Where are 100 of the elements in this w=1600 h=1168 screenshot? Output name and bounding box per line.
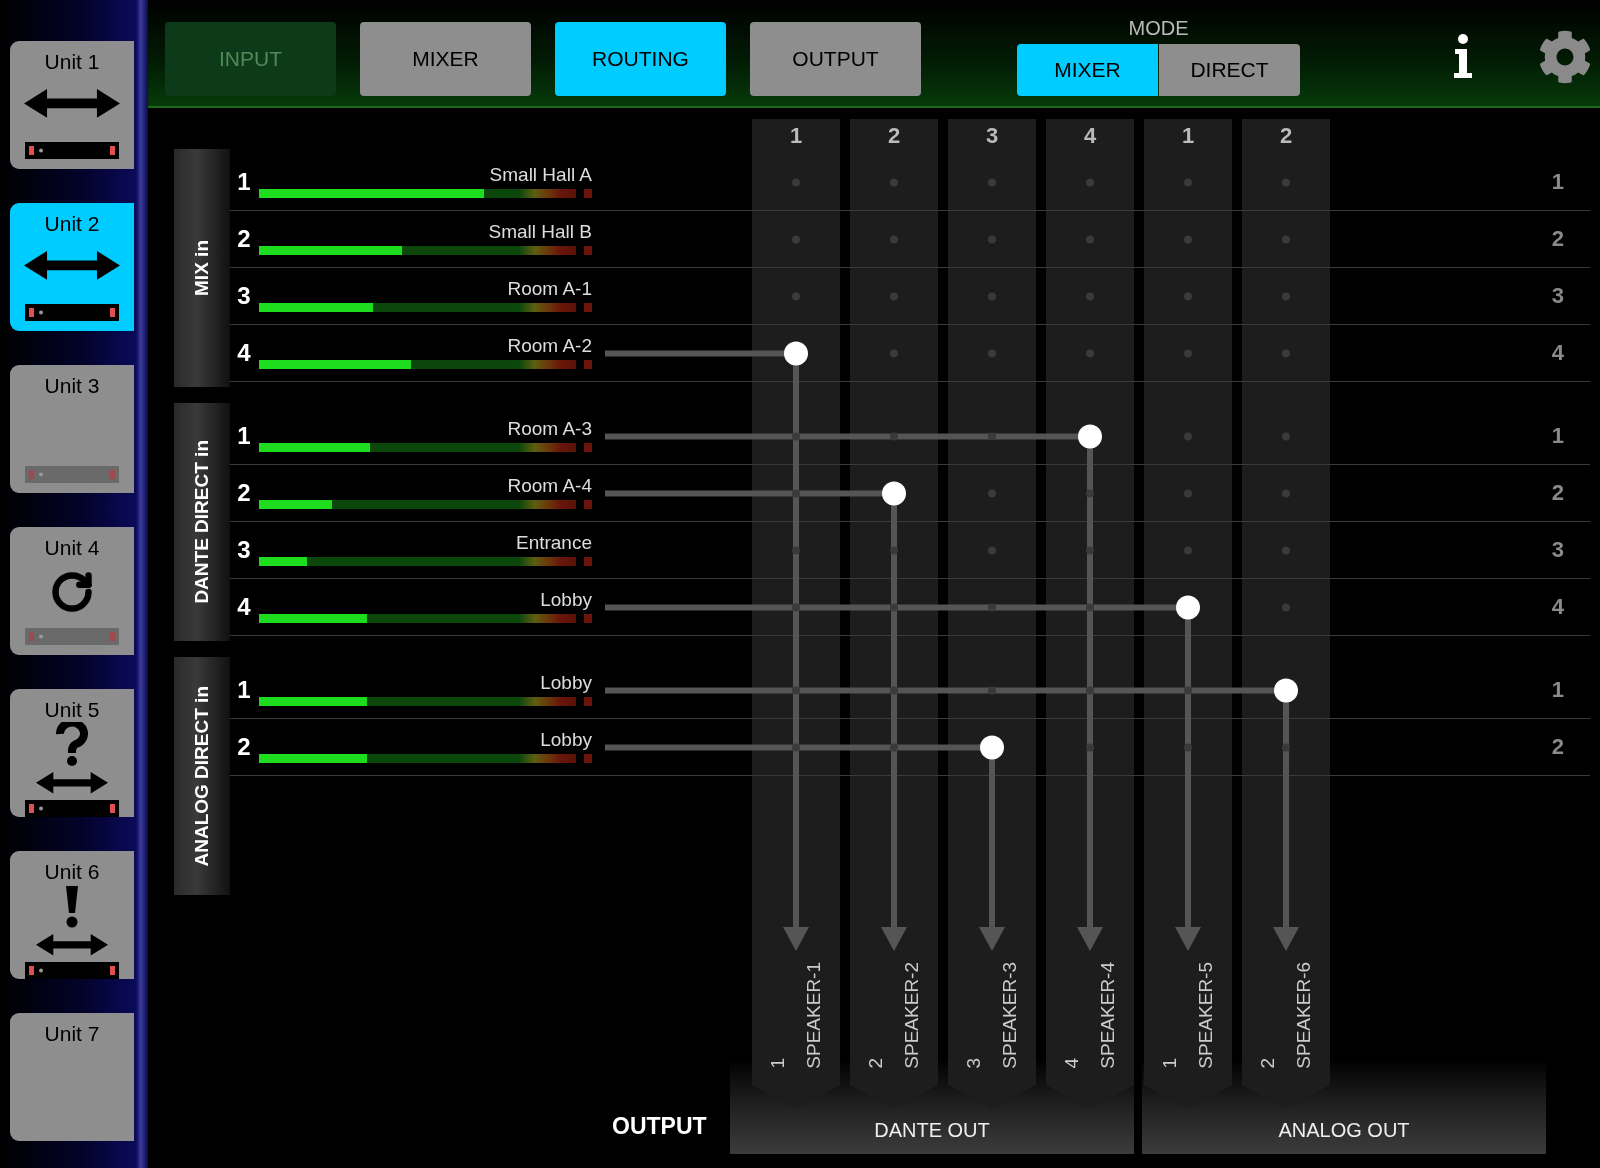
crosspoint[interactable] [1086,686,1094,695]
crosspoint[interactable] [988,489,996,498]
crosspoint[interactable] [1086,178,1094,187]
unit-card[interactable]: Unit 6 [10,851,134,979]
crosspoint[interactable] [1282,235,1290,244]
tab[interactable]: OUTPUT [750,22,921,96]
crosspoint[interactable] [1086,743,1094,752]
input-number: 2 [1551,226,1564,252]
crosspoint[interactable] [1184,235,1192,244]
output-group-label: DANTE OUT [874,1119,990,1142]
crosspoint[interactable] [1282,489,1290,498]
crosspoint[interactable] [988,603,996,612]
crosspoint[interactable] [792,178,800,187]
crosspoint[interactable] [890,686,898,695]
question-mark-icon [56,722,88,766]
output-channel: 2 [865,1058,887,1069]
double-arrow-icon [36,934,108,956]
crosspoint[interactable] [1086,603,1094,612]
crosspoint[interactable] [792,686,800,695]
crosspoint[interactable] [890,235,898,244]
crosspoint[interactable] [988,432,996,441]
crosspoint[interactable] [792,743,800,752]
unit-card[interactable]: Unit 2 [10,203,134,331]
crosspoint[interactable] [1184,178,1192,187]
crosspoint[interactable] [1282,432,1290,441]
route-dot[interactable] [784,341,808,366]
input-name: Lobby [539,729,592,751]
route-dot[interactable] [980,735,1004,760]
input-number: 2 [1551,480,1564,506]
crosspoint[interactable] [890,432,898,441]
input-name: Small Hall B [487,221,592,243]
clip-indicator [584,500,592,509]
crosspoint[interactable] [890,603,898,612]
input-number: 1 [1551,169,1564,195]
crosspoint[interactable] [792,432,800,441]
crosspoint[interactable] [1086,546,1094,555]
crosspoint[interactable] [988,235,996,244]
crosspoint[interactable] [988,292,996,301]
crosspoint[interactable] [1086,235,1094,244]
output-number: 4 [1083,123,1097,149]
crosspoint[interactable] [1184,743,1192,752]
crosspoint[interactable] [988,686,996,695]
output-name: SPEAKER-6 [1293,962,1315,1069]
route-dot[interactable] [1078,424,1102,449]
double-arrow-icon [36,772,108,794]
input-number: 3 [236,282,252,310]
crosspoint[interactable] [792,546,800,555]
clip-indicator [584,614,592,623]
unit-card[interactable]: Unit 5 [10,689,134,817]
crosspoint[interactable] [1184,349,1192,358]
unit-card[interactable]: Unit 3 [10,365,134,493]
crosspoint[interactable] [1086,292,1094,301]
input-name: Room A-1 [506,278,592,300]
crosspoint[interactable] [988,178,996,187]
unit-card[interactable]: Unit 1 [10,41,134,169]
crosspoint[interactable] [890,546,898,555]
crosspoint[interactable] [890,292,898,301]
settings-icon[interactable] [1538,30,1592,84]
input-number: 3 [1551,283,1564,309]
route-dot[interactable] [1176,595,1200,620]
clip-indicator [584,443,592,452]
crosspoint[interactable] [1184,292,1192,301]
unit-name: Unit 5 [44,698,100,722]
crosspoint[interactable] [890,349,898,358]
group-title: MIX in [191,240,213,296]
route-dot[interactable] [1274,678,1298,703]
crosspoint[interactable] [792,235,800,244]
crosspoint[interactable] [1282,178,1290,187]
mode-option[interactable]: MIXER [1017,44,1158,96]
crosspoint[interactable] [1086,489,1094,498]
device-icon [25,142,119,159]
output-group-label: ANALOG OUT [1278,1119,1410,1142]
unit-card[interactable]: Unit 7 [10,1013,134,1141]
crosspoint[interactable] [1184,546,1192,555]
crosspoint[interactable] [1282,349,1290,358]
crosspoint[interactable] [1086,349,1094,358]
crosspoint[interactable] [1282,603,1290,612]
crosspoint[interactable] [1282,546,1290,555]
crosspoint[interactable] [988,546,996,555]
route-dot[interactable] [882,481,906,506]
crosspoint[interactable] [1184,489,1192,498]
clip-indicator [584,189,592,198]
crosspoint[interactable] [792,489,800,498]
crosspoint[interactable] [890,178,898,187]
mode-option[interactable]: DIRECT [1159,44,1300,96]
crosspoint[interactable] [1184,432,1192,441]
output-number: 1 [1181,123,1195,149]
crosspoint[interactable] [1184,686,1192,695]
crosspoint[interactable] [792,292,800,301]
tab[interactable]: MIXER [360,22,531,96]
tab[interactable]: ROUTING [555,22,726,96]
crosspoint[interactable] [792,603,800,612]
crosspoint[interactable] [1282,292,1290,301]
input-number: 1 [236,676,252,704]
crosspoint[interactable] [1282,743,1290,752]
device-icon [25,799,119,817]
unit-card[interactable]: Unit 4 [10,527,134,655]
crosspoint[interactable] [988,349,996,358]
info-icon[interactable] [1452,34,1474,78]
crosspoint[interactable] [890,743,898,752]
